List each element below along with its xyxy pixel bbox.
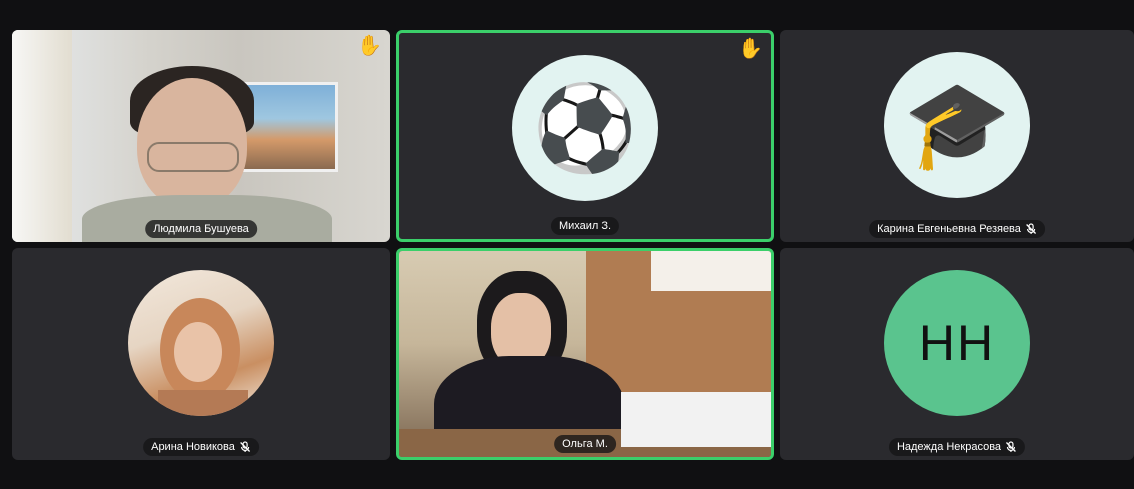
participant-name: Арина Новикова [151,441,235,453]
video-grid: ✋ Людмила Бушуева ⚽ ✋ Михаил З. 🎓 Карина… [0,0,1134,489]
mic-off-icon [239,441,250,452]
wall-painting [240,82,338,172]
participant-name-badge: Людмила Бушуева [145,220,257,238]
window-background [651,251,771,291]
participant-name-badge: Арина Новикова [143,438,259,456]
participant-name-badge: Михаил З. [550,217,620,235]
window-background [12,30,72,242]
participant-video-1 [12,30,390,242]
avatar-photo [158,298,248,416]
participant-tile-6[interactable]: НН Надежда Некрасова [780,248,1134,460]
person-glasses [147,142,239,172]
mic-off-icon [1025,223,1036,234]
participant-tile-2[interactable]: ⚽ ✋ Михаил З. [396,30,774,242]
participant-name: Людмила Бушуева [153,223,249,235]
graduation-cap-icon: 🎓 [903,77,1011,173]
participant-tile-3[interactable]: 🎓 Карина Евгеньевна Резяева [780,30,1134,242]
avatar [128,270,274,416]
avatar: 🎓 [884,52,1030,198]
avatar: НН [884,270,1030,416]
raised-hand-icon: ✋ [738,38,763,60]
participant-tile-5[interactable]: Ольга М. [396,248,774,460]
avatar: ⚽ [512,55,658,201]
participant-tile-1[interactable]: ✋ Людмила Бушуева [12,30,390,242]
participant-name-badge: Карина Евгеньевна Резяева [869,220,1045,238]
avatar-initials: НН [918,315,996,371]
participant-video-5 [399,251,771,457]
raised-hand-icon: ✋ [357,35,382,57]
soccer-ball-icon: ⚽ [532,81,638,175]
participant-name: Ольга М. [562,438,608,450]
mic-off-icon [1006,441,1017,452]
participant-name: Надежда Некрасова [896,441,1002,453]
participant-tile-4[interactable]: Арина Новикова [12,248,390,460]
participant-name-badge: Надежда Некрасова [888,438,1026,456]
participant-name: Карина Евгеньевна Резяева [877,223,1021,235]
participant-name: Михаил З. [558,220,612,232]
paper-on-desk [621,392,771,447]
participant-name-badge: Ольга М. [554,435,616,453]
